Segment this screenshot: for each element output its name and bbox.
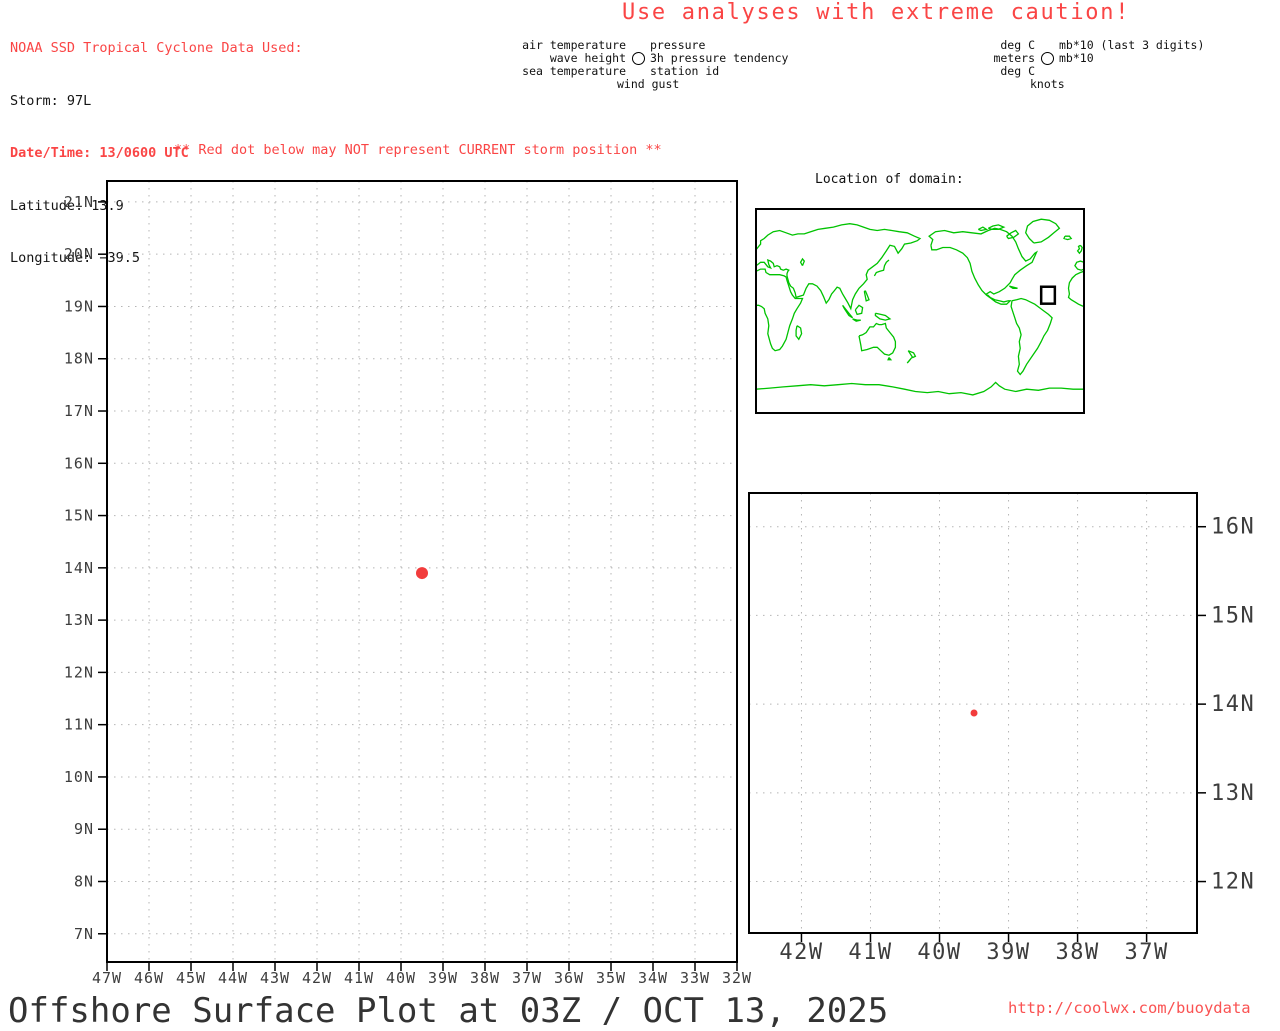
y-tick-label: 12N bbox=[1211, 870, 1255, 895]
x-tick-label: 46W bbox=[134, 969, 164, 987]
x-tick-label: 40W bbox=[917, 940, 961, 965]
y-tick-label: 19N bbox=[64, 297, 94, 315]
page-title: Offshore Surface Plot at 03Z / OCT 13, 2… bbox=[8, 991, 889, 1031]
coastline bbox=[1076, 244, 1083, 255]
storm-dot bbox=[416, 567, 428, 580]
y-tick-label: 13N bbox=[64, 611, 94, 629]
coastline bbox=[854, 304, 864, 316]
x-tick-label: 45W bbox=[176, 969, 206, 987]
y-tick-label: 17N bbox=[64, 402, 94, 420]
coastline bbox=[756, 223, 922, 311]
coastline bbox=[1008, 285, 1018, 289]
coastline bbox=[887, 357, 893, 361]
y-tick-label: 14N bbox=[1211, 692, 1255, 717]
coastline bbox=[799, 257, 806, 267]
y-tick-label: 21N bbox=[64, 193, 94, 211]
y-tick-label: 16N bbox=[64, 454, 94, 472]
coastline bbox=[1074, 260, 1084, 271]
coastline bbox=[858, 322, 897, 356]
coastline bbox=[756, 381, 1084, 396]
y-tick-label: 11N bbox=[64, 716, 94, 734]
storm-dot bbox=[970, 709, 978, 717]
x-tick-label: 44W bbox=[218, 969, 248, 987]
x-tick-label: 40W bbox=[386, 969, 416, 987]
x-tick-label: 37W bbox=[512, 969, 542, 987]
plots-canvas: 47W 46W 45W 44W 43W 42W 41W 40W 39W 38W 37W 36W 35W 3… bbox=[64, 180, 1255, 987]
y-tick-label: 14N bbox=[64, 559, 94, 577]
coastline bbox=[1010, 297, 1053, 376]
main-surface-plot: 47W 46W 45W 44W 43W 42W 41W 40W 39W 38W 37W 36W 35W 3… bbox=[64, 180, 752, 987]
y-tick-label: 10N bbox=[64, 768, 94, 786]
x-tick-label: 47W bbox=[92, 969, 122, 987]
x-tick-label: 43W bbox=[260, 969, 290, 987]
coastline bbox=[1063, 235, 1073, 241]
coastline bbox=[1067, 270, 1084, 308]
x-tick-label: 32W bbox=[722, 969, 752, 987]
x-tick-label: 42W bbox=[779, 940, 823, 965]
coastline bbox=[1024, 218, 1061, 244]
source-url: http://coolwx.com/buoydata bbox=[1008, 999, 1251, 1017]
x-tick-label: 39W bbox=[428, 969, 458, 987]
coastline bbox=[928, 227, 1039, 305]
coastline bbox=[978, 226, 989, 232]
map-border bbox=[755, 208, 1085, 414]
y-tick-label: 20N bbox=[64, 245, 94, 263]
y-tick-label: 8N bbox=[74, 872, 94, 890]
x-tick-label: 38W bbox=[470, 969, 500, 987]
coastline bbox=[756, 268, 804, 352]
x-tick-label: 34W bbox=[638, 969, 668, 987]
coastlines bbox=[756, 218, 1084, 396]
x-tick-label: 39W bbox=[986, 940, 1030, 965]
y-tick-label: 7N bbox=[74, 925, 94, 943]
coastline bbox=[873, 259, 890, 277]
coastline bbox=[1006, 229, 1020, 240]
coastline bbox=[795, 325, 803, 341]
y-tick-label: 9N bbox=[74, 820, 94, 838]
x-tick-label: 38W bbox=[1055, 940, 1099, 965]
world-map-inset bbox=[755, 208, 1085, 414]
x-tick-label: 41W bbox=[848, 940, 892, 965]
coastline bbox=[874, 312, 892, 321]
domain-rect bbox=[1039, 285, 1057, 305]
x-tick-label: 35W bbox=[596, 969, 626, 987]
y-tick-label: 12N bbox=[64, 663, 94, 681]
coastline bbox=[907, 350, 917, 359]
zoomed-domain-plot: 42W 41W 40W 39W 38W 37W 16N 15N 14N 13N 12N bbox=[748, 492, 1255, 965]
coastline bbox=[863, 290, 870, 302]
x-tick-label: 37W bbox=[1124, 940, 1168, 965]
buoy-plot-page: { "title_area": { "noaa_line": "NOAA SSD… bbox=[0, 0, 1280, 1031]
x-tick-label: 41W bbox=[344, 969, 374, 987]
y-tick-label: 15N bbox=[1211, 603, 1255, 628]
y-tick-label: 18N bbox=[64, 350, 94, 368]
y-tick-label: 15N bbox=[64, 507, 94, 525]
coastline bbox=[906, 357, 913, 364]
x-tick-label: 33W bbox=[680, 969, 710, 987]
x-tick-label: 42W bbox=[302, 969, 332, 987]
y-tick-label: 13N bbox=[1211, 781, 1255, 806]
coastline bbox=[852, 318, 861, 322]
x-tick-label: 36W bbox=[554, 969, 584, 987]
y-tick-label: 16N bbox=[1211, 515, 1255, 540]
